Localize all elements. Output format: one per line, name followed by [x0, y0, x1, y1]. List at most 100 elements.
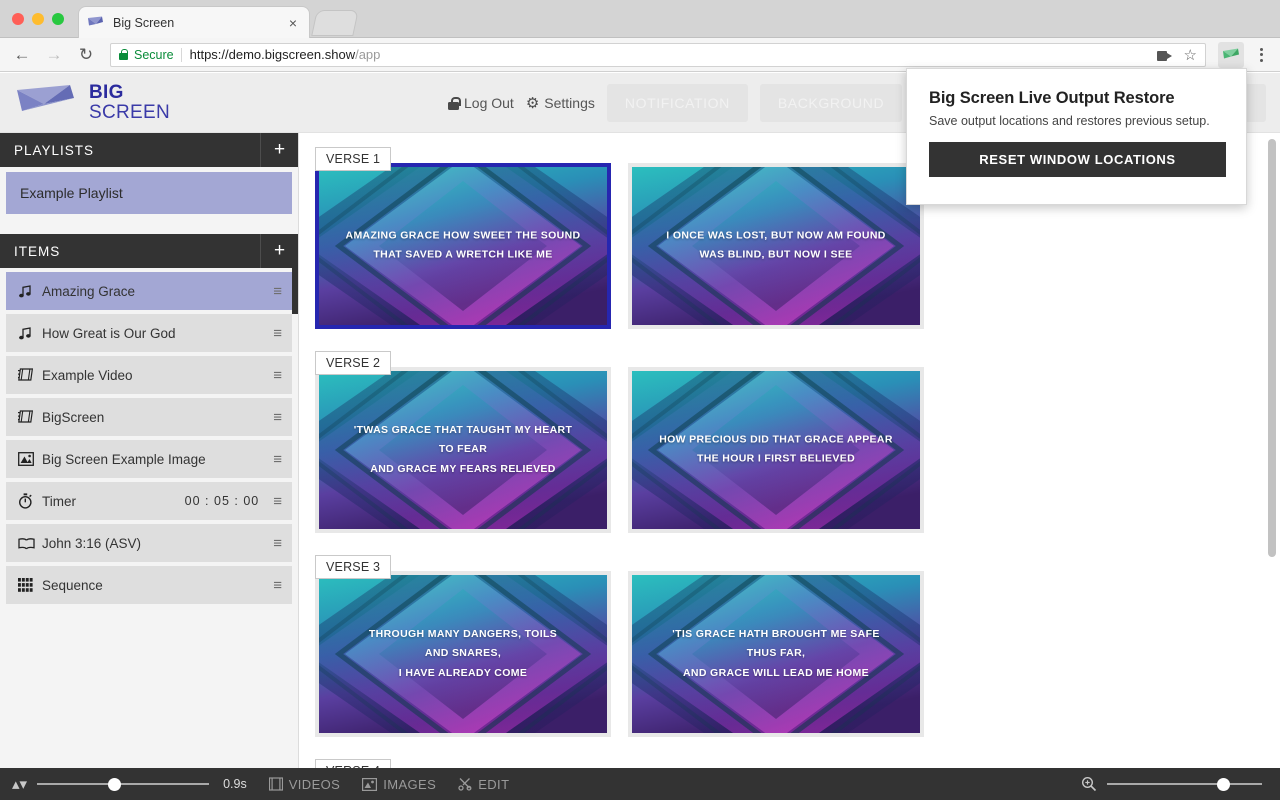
videos-link[interactable]: VIDEOS	[268, 776, 341, 792]
slide-item[interactable]: HOW PRECIOUS DID THAT GRACE APPEAR THE HO…	[628, 351, 924, 533]
slide-item[interactable]: 'TIS GRACE HATH BROUGHT ME SAFE THUS FAR,…	[628, 555, 924, 737]
drag-handle-icon[interactable]: ≡	[273, 284, 282, 299]
notification-button[interactable]: NOTIFICATION	[606, 84, 748, 122]
slide-item[interactable]: VERSE 2 'TWAS GRACE THAT TAUGHT MY HEART T…	[315, 351, 611, 533]
drag-handle-icon[interactable]: ≡	[273, 536, 282, 551]
drag-handle-icon[interactable]: ≡	[273, 452, 282, 467]
drag-handle-icon[interactable]: ≡	[273, 410, 282, 425]
slide-item[interactable]: VERSE 3 THROUGH MANY DANGERS, TOILS AND SN…	[315, 555, 611, 737]
transition-speed-slider[interactable]	[37, 776, 210, 792]
image-icon	[362, 777, 378, 791]
slide-thumbnail[interactable]: 'TWAS GRACE THAT TAUGHT MY HEART TO FEAR A…	[315, 367, 611, 533]
browser-tab[interactable]: Big Screen ×	[78, 6, 310, 38]
minimize-window-button[interactable]	[32, 13, 44, 25]
forward-button[interactable]: →	[42, 43, 66, 67]
slide-thumbnail[interactable]: AMAZING GRACE HOW SWEET THE SOUND THAT SA…	[315, 163, 611, 329]
slide-tag: VERSE 4	[315, 759, 392, 768]
grid-icon	[18, 577, 42, 593]
sidebar-item-bigscreen[interactable]: BigScreen ≡	[6, 398, 292, 436]
slider-knob[interactable]	[107, 778, 121, 791]
logout-link[interactable]: Log Out	[448, 95, 514, 111]
background-button[interactable]: BACKGROUND	[759, 84, 903, 122]
transition-icon[interactable]: ▴▾	[12, 777, 27, 792]
slide-item[interactable]	[628, 759, 924, 768]
tab-title: Big Screen	[113, 15, 175, 30]
reset-window-locations-button[interactable]: RESET WINDOW LOCATIONS	[929, 142, 1226, 177]
slide-thumbnail[interactable]: THROUGH MANY DANGERS, TOILS AND SNARES, I …	[315, 571, 611, 737]
items-title: ITEMS	[14, 243, 61, 259]
add-playlist-button[interactable]: +	[260, 133, 298, 167]
sidebar-item-example-video[interactable]: Example Video ≡	[6, 356, 292, 394]
add-item-button[interactable]: +	[260, 234, 298, 268]
slide-tag: VERSE 1	[315, 147, 392, 171]
sidebar-item-label: Big Screen Example Image	[42, 451, 206, 467]
scissors-icon	[458, 777, 472, 791]
drag-handle-icon[interactable]: ≡	[273, 368, 282, 383]
sidebar-item-sequence[interactable]: Sequence ≡	[6, 566, 292, 604]
edit-link[interactable]: EDIT	[458, 777, 509, 792]
bigscreen-logo-icon	[87, 16, 105, 30]
slide-line: TO FEAR	[438, 443, 488, 456]
sidebar-item-label: Sequence	[42, 577, 103, 593]
extension-popup: Big Screen Live Output Restore Save outp…	[906, 68, 1247, 205]
sidebar-item-meta: 00 : 05 : 00	[184, 494, 260, 508]
scrollbar-thumb[interactable]	[1268, 139, 1276, 557]
slide-item[interactable]: VERSE 4	[315, 759, 611, 768]
slide-grid: VERSE 1 AMAZING GRACE HOW SWEET THE SOUND…	[300, 133, 960, 768]
slide-line: THROUGH MANY DANGERS, TOILS	[368, 627, 558, 640]
music-note-icon	[18, 284, 42, 299]
slide-line: AMAZING GRACE HOW SWEET THE SOUND	[345, 229, 581, 242]
transition-time-label: 0.9s	[223, 777, 247, 791]
close-window-button[interactable]	[12, 13, 24, 25]
music-note-icon	[18, 326, 42, 341]
sidebar-item-john-3-16-asv[interactable]: John 3:16 (ASV) ≡	[6, 524, 292, 562]
popup-subtitle: Save output locations and restores previ…	[929, 114, 1210, 128]
maximize-window-button[interactable]	[52, 13, 64, 25]
address-bar[interactable]: Secure https://demo.bigscreen.show/app ☆	[110, 42, 1206, 67]
sidebar-item-amazing-grace[interactable]: Amazing Grace ≡	[6, 268, 298, 314]
book-icon	[18, 537, 42, 550]
bigscreen-extension-icon[interactable]	[1218, 41, 1244, 68]
sidebar-item-big-screen-example-image[interactable]: Big Screen Example Image ≡	[6, 440, 292, 478]
zoom-slider-knob[interactable]	[1216, 778, 1230, 791]
url-text: https://demo.bigscreen.show	[189, 47, 356, 62]
slide-thumbnail[interactable]: HOW PRECIOUS DID THAT GRACE APPEAR THE HO…	[628, 367, 924, 533]
drag-handle-icon[interactable]: ≡	[273, 326, 282, 341]
slide-item[interactable]: I ONCE WAS LOST, BUT NOW AM FOUND WAS BLI…	[628, 147, 924, 329]
new-tab-button[interactable]	[311, 10, 359, 36]
sidebar-item-how-great-is-our-god[interactable]: How Great is Our God ≡	[6, 314, 292, 352]
slide-line: AND GRACE MY FEARS RELIEVED	[370, 462, 556, 475]
slide-item[interactable]: VERSE 1 AMAZING GRACE HOW SWEET THE SOUND…	[315, 147, 611, 329]
drag-handle-icon[interactable]: ≡	[273, 578, 282, 593]
zoom-in-icon[interactable]	[1081, 776, 1097, 792]
videos-label: VIDEOS	[288, 776, 341, 792]
chrome-menu-icon[interactable]	[1252, 47, 1270, 62]
popup-title: Big Screen Live Output Restore	[929, 89, 1175, 107]
browser-toolbar: ← → ↻ Secure https://demo.bigscreen.show…	[0, 38, 1280, 72]
close-tab-icon[interactable]: ×	[285, 14, 301, 32]
settings-link[interactable]: ⚙ Settings	[526, 95, 595, 111]
images-link[interactable]: IMAGES	[362, 777, 436, 792]
zoom-slider-track	[1107, 783, 1262, 785]
slider-track	[37, 783, 210, 785]
drag-handle-icon[interactable]: ≡	[273, 494, 282, 509]
zoom-slider[interactable]	[1107, 776, 1262, 792]
browser-window: Big Screen × ← → ↻ Secure https://demo.b…	[0, 0, 1280, 800]
slide-text: AMAZING GRACE HOW SWEET THE SOUND THAT SA…	[319, 227, 607, 266]
playlist-item-example[interactable]: Example Playlist	[6, 172, 292, 214]
slide-tag: VERSE 2	[315, 351, 392, 375]
slide-scrollbar[interactable]	[1268, 133, 1276, 768]
playlists-title: PLAYLISTS	[14, 142, 95, 158]
slide-line: 'TWAS GRACE THAT TAUGHT MY HEART	[353, 423, 573, 436]
slide-thumbnail[interactable]: 'TIS GRACE HATH BROUGHT ME SAFE THUS FAR,…	[628, 571, 924, 737]
sidebar-item-timer[interactable]: Timer 00 : 05 : 00 ≡	[6, 482, 292, 520]
slide-line: AND SNARES,	[424, 647, 502, 660]
star-icon[interactable]: ☆	[1184, 48, 1197, 63]
slide-text: THROUGH MANY DANGERS, TOILS AND SNARES, I …	[319, 625, 607, 683]
logo-big-text: BIG	[89, 82, 124, 103]
slide-line: 'TIS GRACE HATH BROUGHT ME SAFE	[672, 627, 880, 640]
reload-button[interactable]: ↻	[74, 43, 98, 67]
video-camera-icon[interactable]	[1156, 50, 1172, 61]
back-button[interactable]: ←	[10, 43, 34, 67]
slide-thumbnail[interactable]: I ONCE WAS LOST, BUT NOW AM FOUND WAS BLI…	[628, 163, 924, 329]
